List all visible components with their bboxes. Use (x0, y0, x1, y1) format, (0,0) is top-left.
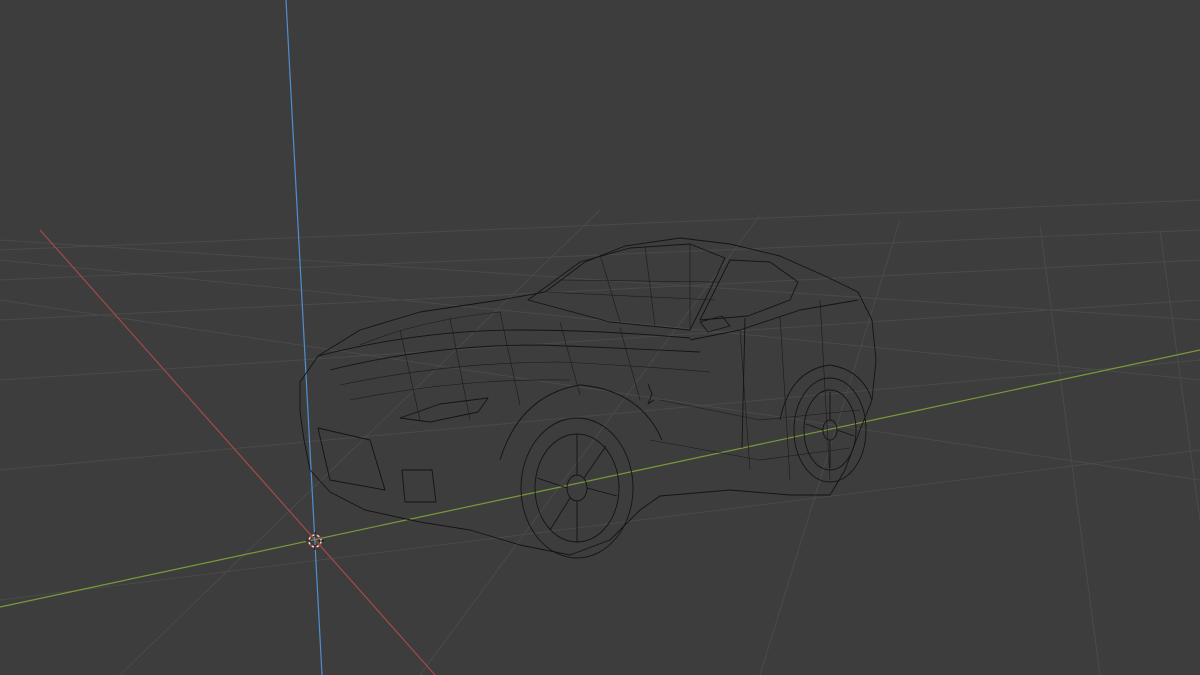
lower-vent (401, 469, 437, 503)
front-wheel (520, 417, 634, 559)
headlight (399, 397, 489, 423)
front-wheel-arch (499, 384, 663, 461)
viewport-canvas[interactable] (0, 0, 1200, 675)
z-axis-line (285, 0, 323, 675)
x-axis-line (39, 229, 436, 675)
car-body (299, 237, 877, 556)
3d-viewport[interactable] (0, 0, 1200, 675)
floor-grid (0, 199, 1200, 675)
rear-wheel (793, 377, 867, 483)
side-badge-icon (647, 383, 655, 405)
